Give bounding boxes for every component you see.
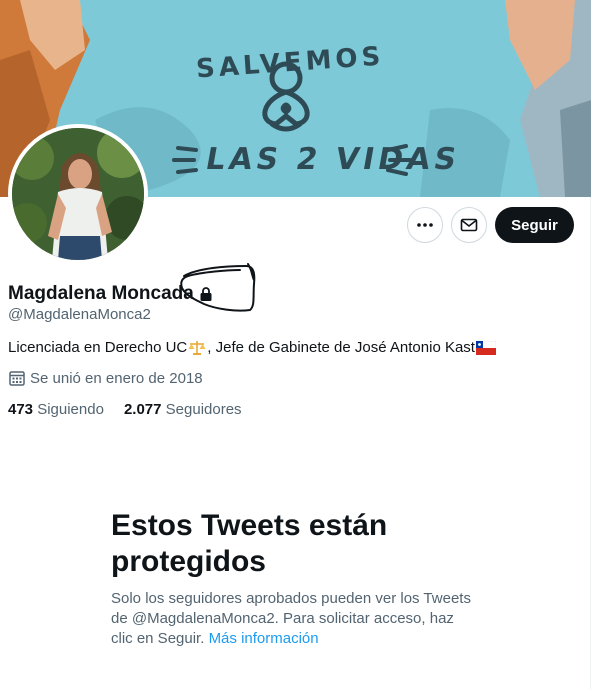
bio-text-1: Licenciada en Derecho UC (8, 339, 188, 356)
following-count: 473 (8, 401, 34, 418)
envelope-icon (460, 218, 478, 232)
protected-tweets-description: Solo los seguidores aprobados pueden ver… (111, 589, 473, 649)
followers-count: 2.077 (123, 401, 162, 418)
profile-stats: 473 Siguiendo 2.077 Seguidores (8, 401, 262, 418)
joined-text: Se unió en enero de 2018 (30, 369, 203, 387)
joined-date: Se unió en enero de 2018 (8, 369, 203, 387)
profile-name: Magdalena Moncada (8, 283, 194, 304)
calendar-icon (9, 371, 25, 386)
banner-slogan-bottom: LAS 2 VIDAS (202, 142, 463, 177)
profile-bio: Licenciada en Derecho UC , Jefe de Gabin… (8, 339, 497, 356)
following-link[interactable]: 473 Siguiendo (8, 401, 104, 418)
following-label: Siguiendo (37, 401, 104, 418)
scales-emoji-icon (188, 340, 206, 356)
followers-link[interactable]: 2.077 Seguidores (124, 401, 242, 418)
chile-flag-icon (475, 340, 496, 355)
bio-text-2: , Jefe de Gabinete de José Antonio Kast (207, 339, 475, 356)
hand-drawn-scribble (180, 263, 256, 312)
more-options-button[interactable] (407, 207, 443, 243)
follow-button[interactable]: Seguir (495, 207, 574, 243)
message-button[interactable] (451, 207, 487, 243)
more-dots-icon (417, 223, 433, 227)
protected-tweets-title: Estos Tweets están protegidos (111, 509, 388, 578)
more-info-link[interactable]: Más información (209, 630, 319, 647)
avatar-photo (12, 128, 144, 260)
profile-handle: @MagdalenaMonca2 (8, 306, 151, 323)
avatar[interactable] (8, 124, 148, 264)
followers-label: Seguidores (165, 401, 242, 418)
